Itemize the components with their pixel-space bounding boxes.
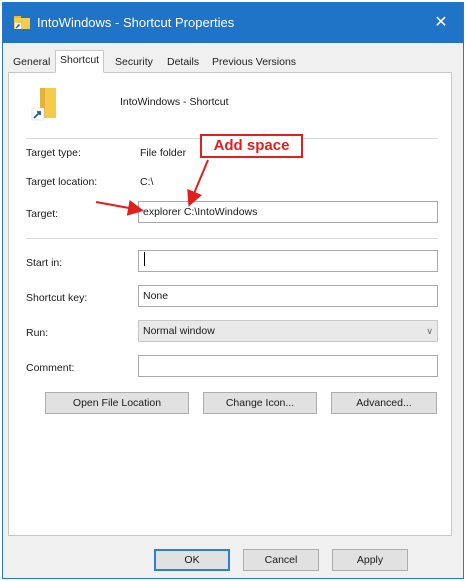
ok-button[interactable]: OK bbox=[154, 549, 230, 571]
apply-button[interactable]: Apply bbox=[332, 549, 408, 571]
separator bbox=[26, 238, 438, 239]
chevron-down-icon: ∨ bbox=[426, 326, 433, 336]
start-in-label: Start in: bbox=[26, 257, 63, 269]
shortcut-key-label: Shortcut key: bbox=[26, 292, 88, 304]
tab-security[interactable]: Security bbox=[110, 52, 158, 72]
target-type-value: File folder bbox=[140, 147, 187, 159]
advanced-button[interactable]: Advanced... bbox=[331, 392, 437, 414]
close-button[interactable]: ✕ bbox=[419, 3, 463, 43]
add-space-callout: Add space bbox=[200, 134, 303, 158]
target-location-value: C:\ bbox=[140, 176, 154, 188]
tab-previous-versions[interactable]: Previous Versions bbox=[207, 52, 302, 72]
tab-general[interactable]: General bbox=[8, 52, 56, 72]
tab-details[interactable]: Details bbox=[162, 52, 205, 72]
comment-label: Comment: bbox=[26, 362, 75, 374]
run-select[interactable]: Normal window ∨ bbox=[138, 320, 438, 342]
folder-icon bbox=[14, 15, 30, 29]
text-cursor bbox=[144, 252, 145, 266]
run-select-value: Normal window bbox=[143, 325, 215, 337]
folder-shortcut-icon bbox=[30, 88, 60, 124]
open-file-location-button[interactable]: Open File Location bbox=[45, 392, 189, 414]
change-icon-button[interactable]: Change Icon... bbox=[203, 392, 317, 414]
tab-shortcut[interactable]: Shortcut bbox=[55, 50, 105, 73]
target-input[interactable]: explorer C:\IntoWindows bbox=[138, 201, 438, 223]
target-type-label: Target type: bbox=[26, 147, 81, 159]
start-in-input[interactable] bbox=[138, 250, 438, 272]
shortcut-key-input[interactable]: None bbox=[138, 285, 438, 307]
target-location-label: Target location: bbox=[26, 176, 98, 188]
tab-strip: General Shortcut Security Details Previo… bbox=[8, 50, 452, 73]
title-bar[interactable]: IntoWindows - Shortcut Properties ✕ bbox=[3, 3, 463, 43]
shortcut-name: IntoWindows - Shortcut bbox=[120, 96, 229, 108]
run-label: Run: bbox=[26, 327, 49, 339]
target-label: Target: bbox=[26, 208, 59, 220]
comment-input[interactable] bbox=[138, 355, 438, 377]
window-title: IntoWindows - Shortcut Properties bbox=[37, 15, 235, 30]
cancel-button[interactable]: Cancel bbox=[243, 549, 319, 571]
